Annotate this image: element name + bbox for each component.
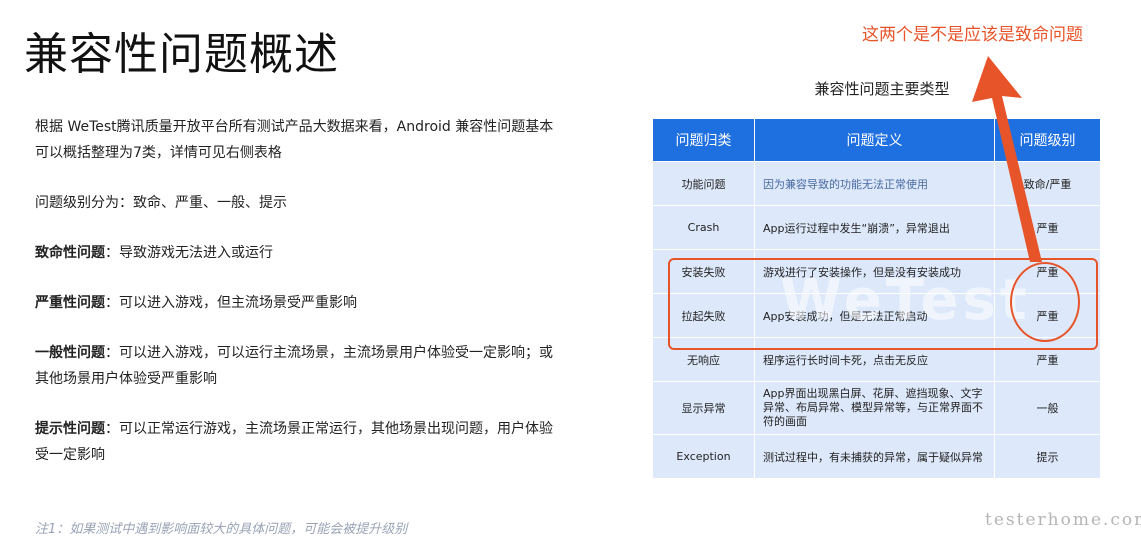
cell-definition: 因为兼容导致的功能无法正常使用: [754, 161, 995, 206]
cell-level: 严重: [994, 249, 1101, 294]
definition-term: 致命性问题: [35, 245, 105, 261]
cell-definition: App安装成功，但是无法正常启动: [754, 293, 995, 338]
cell-level: 严重: [994, 293, 1101, 338]
header-category: 问题归类: [652, 118, 755, 162]
table-row: 功能问题 因为兼容导致的功能无法正常使用 致命/严重: [652, 161, 1101, 206]
problem-types-table: 问题归类 问题定义 问题级别 功能问题 因为兼容导致的功能无法正常使用 致命/严…: [652, 118, 1101, 479]
cell-category: 无响应: [652, 337, 755, 382]
definition-fatal: 致命性问题：导致游戏无法进入或运行: [35, 240, 565, 266]
header-level: 问题级别: [994, 118, 1101, 162]
levels-text: 问题级别分为：致命、严重、一般、提示: [35, 195, 287, 211]
intro-text: 根据 WeTest腾讯质量开放平台所有测试产品大数据来看，Android 兼容性…: [35, 119, 554, 161]
definition-term: 严重性问题: [35, 295, 105, 311]
table-header-row: 问题归类 问题定义 问题级别: [652, 118, 1101, 162]
table-row: 安装失败 游戏进行了安装操作，但是没有安装成功 严重: [652, 249, 1101, 294]
cell-level: 严重: [994, 205, 1101, 250]
cell-definition: App界面出现黑白屏、花屏、遮挡现象、文字异常、布局异常、模型异常等，与正常界面…: [754, 381, 995, 435]
cell-category: Exception: [652, 434, 755, 479]
cell-level: 提示: [994, 434, 1101, 479]
cell-category: Crash: [652, 205, 755, 250]
cell-definition: 游戏进行了安装操作，但是没有安装成功: [754, 249, 995, 294]
cell-definition: 程序运行长时间卡死，点击无反应: [754, 337, 995, 382]
annotation-text: 这两个是不是应该是致命问题: [862, 25, 1083, 45]
footnote: 注1：如果测试中遇到影响面较大的具体问题，可能会被提升级别: [35, 522, 408, 537]
cell-category: 安装失败: [652, 249, 755, 294]
cell-category: 显示异常: [652, 381, 755, 435]
cell-level: 严重: [994, 337, 1101, 382]
cell-level: 一般: [994, 381, 1101, 435]
cell-level: 致命/严重: [994, 161, 1101, 206]
definition-term: 一般性问题: [35, 345, 105, 361]
table-title: 兼容性问题主要类型: [814, 80, 950, 98]
testerhome-watermark: testerhome.com: [985, 510, 1141, 530]
cell-category: 功能问题: [652, 161, 755, 206]
definition-desc: ：可以进入游戏，但主流场景受严重影响: [105, 295, 357, 311]
definition-desc: ：可以进入游戏，可以运行主流场景，主流场景用户体验受一定影响；或其他场景用户体验…: [35, 345, 553, 387]
description-panel: 根据 WeTest腾讯质量开放平台所有测试产品大数据来看，Android 兼容性…: [35, 114, 565, 492]
table-row: Exception 测试过程中，有未捕获的异常，属于疑似异常 提示: [652, 434, 1101, 479]
table-row: Crash App运行过程中发生“崩溃”，异常退出 严重: [652, 205, 1101, 250]
table-row: 拉起失败 App安装成功，但是无法正常启动 严重: [652, 293, 1101, 338]
definition-hint: 提示性问题：可以正常运行游戏，主流场景正常运行，其他场景出现问题，用户体验受一定…: [35, 416, 565, 468]
table-row: 无响应 程序运行长时间卡死，点击无反应 严重: [652, 337, 1101, 382]
definition-general: 一般性问题：可以进入游戏，可以运行主流场景，主流场景用户体验受一定影响；或其他场…: [35, 340, 565, 392]
cell-definition: 测试过程中，有未捕获的异常，属于疑似异常: [754, 434, 995, 479]
page-title: 兼容性问题概述: [24, 29, 339, 80]
definition-severe: 严重性问题：可以进入游戏，但主流场景受严重影响: [35, 290, 565, 316]
definition-term: 提示性问题: [35, 421, 105, 437]
definition-desc: ：可以正常运行游戏，主流场景正常运行，其他场景出现问题，用户体验受一定影响: [35, 421, 553, 463]
header-definition: 问题定义: [754, 118, 995, 162]
table-row: 显示异常 App界面出现黑白屏、花屏、遮挡现象、文字异常、布局异常、模型异常等，…: [652, 381, 1101, 435]
cell-category: 拉起失败: [652, 293, 755, 338]
cell-definition: App运行过程中发生“崩溃”，异常退出: [754, 205, 995, 250]
definition-desc: ：导致游戏无法进入或运行: [105, 245, 273, 261]
